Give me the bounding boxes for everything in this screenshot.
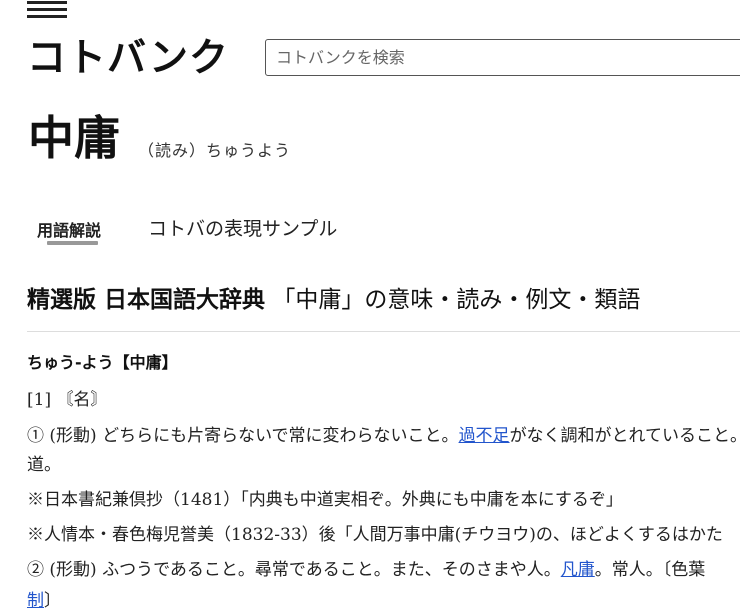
search-input[interactable] — [265, 39, 740, 76]
definition-text: がなく調和がとれていること。 — [509, 426, 740, 446]
active-tab-indicator — [47, 241, 98, 245]
hamburger-menu-icon[interactable] — [27, 0, 67, 20]
definition-text: 〕 — [44, 591, 61, 611]
definition-line: ② (形動) ふつうであること。尋常であること。また、そのさまや人。凡庸。常人。… — [27, 558, 705, 582]
citation-line: ※人情本・春色梅児誉美（1832‐33）後「人間万事中庸(チウヨウ)の、ほどよく… — [27, 525, 723, 545]
menu-bar — [27, 15, 67, 18]
menu-bar — [27, 8, 67, 11]
citation-line: ※日本書紀兼倶抄（1481）「内典も中道実相ぞ。外典にも中庸を本にするぞ」 — [27, 490, 623, 510]
section-title: 精選版 日本国語大辞典 「中庸」の意味・読み・例文・類語 — [27, 284, 640, 316]
page-title: 中庸 — [28, 111, 120, 165]
link-kafusoku[interactable]: 過不足 — [459, 426, 510, 446]
definition-line: 道。 — [27, 455, 61, 475]
link-bonyou[interactable]: 凡庸 — [561, 560, 595, 580]
definition-line: [1] 〘名〙 — [27, 390, 108, 410]
tab-expression-samples[interactable]: コトバの表現サンプル — [148, 214, 337, 241]
headword-reading: （読み）ちゅうよう — [138, 141, 292, 160]
definition-text: ② (形動) ふつうであること。尋常であること。また、そのさまや人。 — [27, 560, 561, 580]
section-title-suffix: 「中庸」の意味・読み・例文・類語 — [272, 287, 641, 313]
definition-text: ① (形動) どちらにも片寄らないで常に変わらないこと。 — [27, 426, 459, 446]
site-logo[interactable]: コトバンク — [27, 34, 229, 84]
entry-heading: ちゅう‐よう【中庸】 — [27, 353, 178, 372]
section-divider — [27, 331, 740, 332]
definition-line: ① (形動) どちらにも片寄らないで常に変わらないこと。過不足がなく調和がとれて… — [27, 424, 740, 448]
tab-glossary[interactable]: 用語解説 — [37, 217, 101, 241]
definition-text: 。常人。〔色葉 — [594, 560, 706, 580]
menu-bar — [27, 1, 67, 4]
link-sei[interactable]: 制 — [27, 591, 44, 611]
dictionary-name: 精選版 日本国語大辞典 — [27, 287, 266, 313]
definition-line: 制〕 — [27, 589, 61, 613]
